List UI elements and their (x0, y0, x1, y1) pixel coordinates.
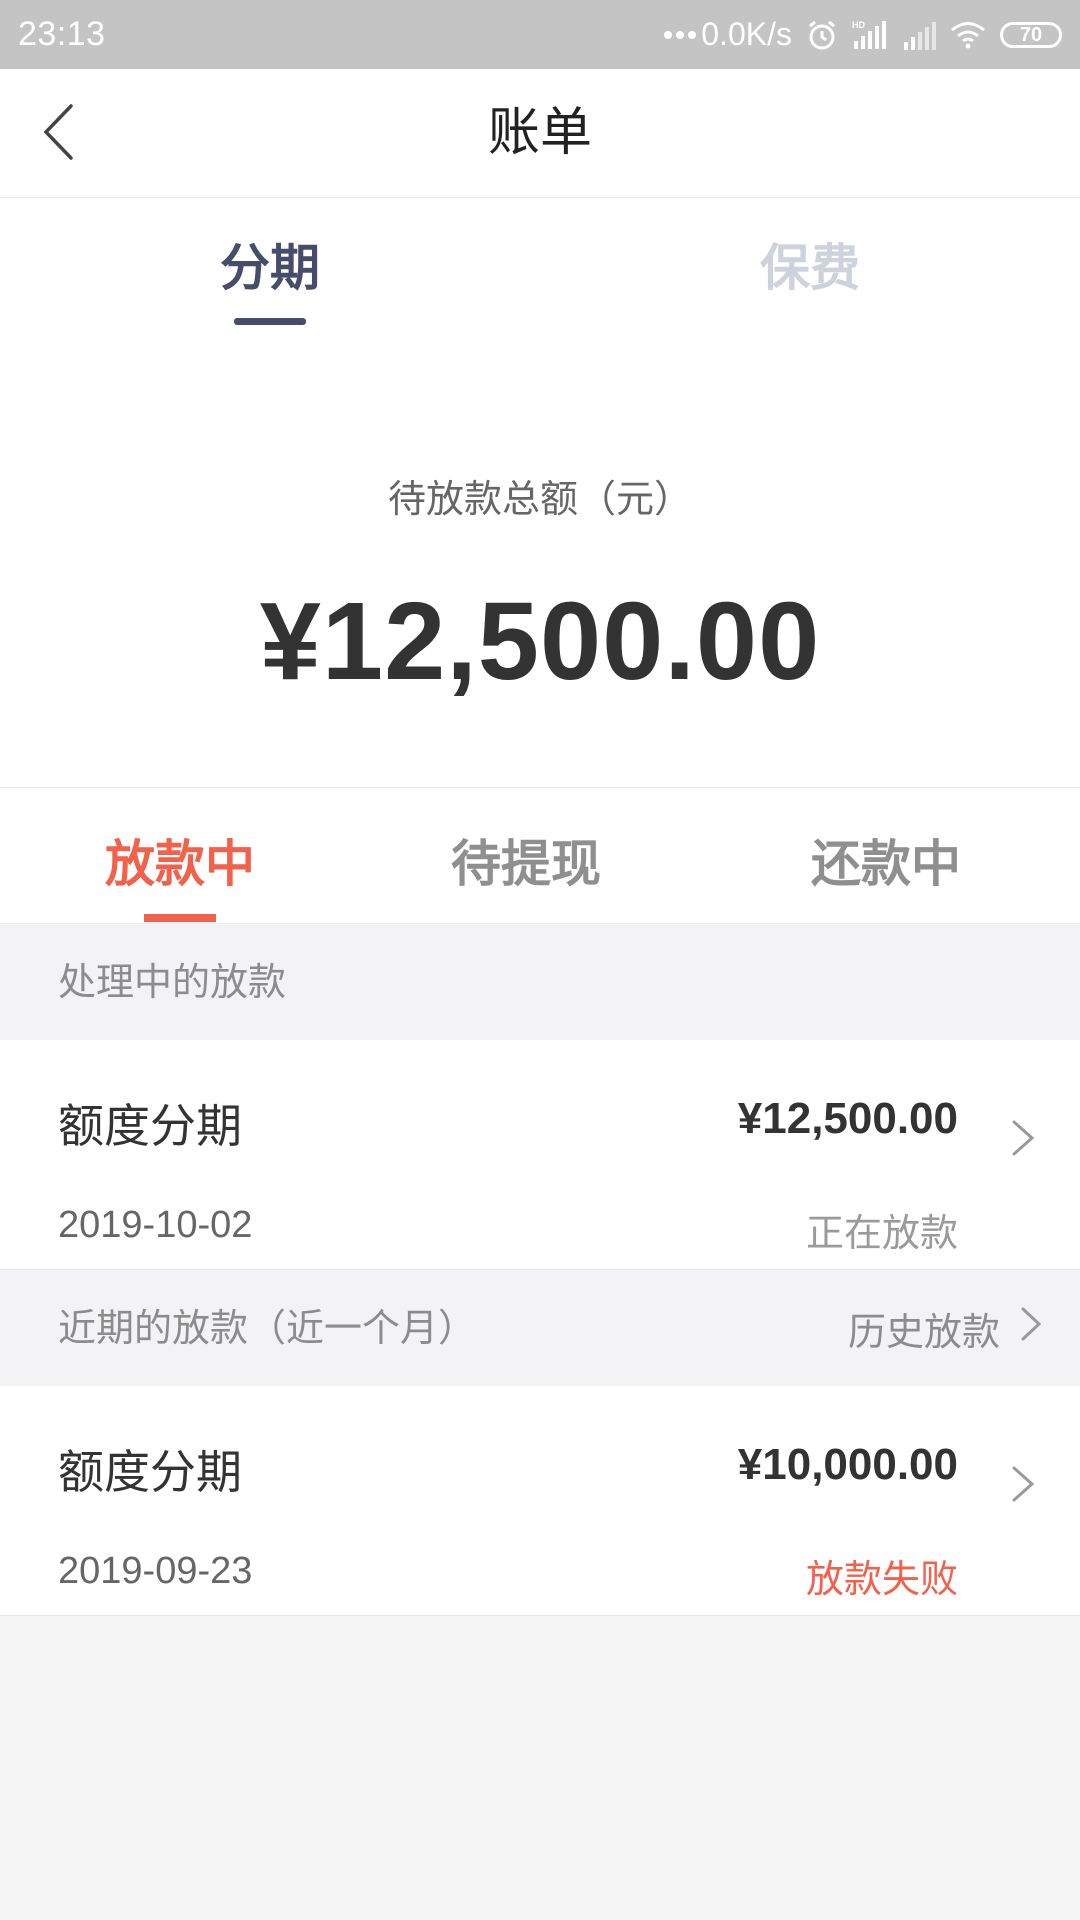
section-title: 处理中的放款 (58, 960, 287, 1004)
status-time: 23:13 (18, 15, 106, 53)
loan-status: 正在放款 (805, 1211, 958, 1255)
signal-icon (902, 20, 936, 50)
battery-icon: 70 (1000, 21, 1062, 48)
loan-date: 2019-09-23 (58, 1550, 253, 1592)
loan-item[interactable]: 额度分期 ¥12,500.00 2019-10-02 正在放款 (0, 1040, 1080, 1270)
tab-insurance-fee[interactable]: 保费 (680, 228, 940, 300)
chevron-right-icon (1008, 1462, 1038, 1506)
section-header-recent: 近期的放款（近一个月） 历史放款 (0, 1270, 1080, 1386)
section-header-processing: 处理中的放款 (0, 924, 1080, 1040)
sub-tab-active-indicator (144, 914, 216, 922)
status-bar: 23:13 0.0K/s HD 70 (0, 0, 1080, 69)
loan-title: 额度分期 (58, 1445, 242, 1499)
tab-pending-withdrawal[interactable]: 待提现 (396, 824, 656, 896)
summary-label: 待放款总额（元） (387, 477, 692, 521)
loan-status: 放款失败 (805, 1557, 958, 1601)
network-speed: 0.0K/s (701, 16, 792, 52)
main-tabs: 分期 保费 (0, 198, 1080, 328)
pending-amount-summary: 待放款总额（元） ¥12,500.00 (0, 328, 1080, 788)
svg-text:HD: HD (852, 20, 865, 30)
chevron-right-icon (1018, 1304, 1044, 1353)
tab-installment[interactable]: 分期 (140, 228, 400, 300)
loan-amount: ¥10,000.00 (737, 1440, 958, 1489)
page-title: 账单 (487, 103, 592, 163)
hd-signal-icon: HD (852, 19, 888, 51)
section-title: 近期的放款（近一个月） (58, 1306, 477, 1350)
history-disbursements-link[interactable]: 历史放款 (848, 1270, 1044, 1386)
chevron-right-icon (1008, 1116, 1038, 1160)
nav-bar: 账单 (0, 69, 1080, 198)
summary-amount: ¥12,500.00 (259, 580, 821, 703)
loan-item[interactable]: 额度分期 ¥10,000.00 2019-09-23 放款失败 (0, 1386, 1080, 1616)
status-icons: 0.0K/s HD 70 (663, 16, 1062, 53)
tab-active-indicator (234, 318, 306, 325)
loan-amount: ¥12,500.00 (737, 1094, 958, 1143)
tab-repaying[interactable]: 还款中 (756, 824, 1016, 896)
loan-title: 额度分期 (58, 1099, 242, 1153)
loan-date: 2019-10-02 (58, 1204, 253, 1246)
bill-page: 23:13 0.0K/s HD 70 账单 分期 保费 待放款总额（元） ¥12… (0, 0, 1080, 1920)
wifi-icon (950, 21, 986, 49)
history-link-label: 历史放款 (847, 1309, 1000, 1354)
alarm-icon (806, 19, 838, 51)
tab-disbursing[interactable]: 放款中 (50, 824, 310, 896)
sub-tabs: 放款中 待提现 还款中 (0, 788, 1080, 924)
dots-icon (663, 30, 697, 40)
